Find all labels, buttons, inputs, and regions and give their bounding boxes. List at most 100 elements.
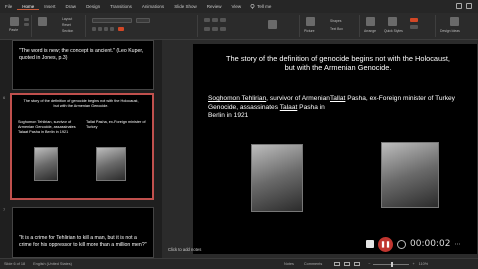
slide-count: Slide 6 of 18 (4, 262, 26, 266)
stop-icon[interactable] (366, 240, 374, 248)
slide-right-text: Tallat Pasha, ex-Foreign minister of Tur… (330, 95, 465, 104)
tab-animations[interactable]: Animations (137, 4, 169, 9)
paste-button[interactable]: Paste (9, 28, 18, 32)
slide-thumbnail-7[interactable]: "It is a crime for Tehlirian to kill a m… (12, 207, 154, 258)
tehlirian-name: Soghomon Tehlirian (208, 95, 267, 102)
view-buttons (334, 262, 361, 266)
shape-fill-icon[interactable] (410, 18, 418, 22)
zoom-in-icon[interactable]: + (412, 262, 414, 266)
arrange-button[interactable]: Arrange (364, 29, 376, 33)
copy-icon[interactable] (24, 23, 29, 26)
picture-icon[interactable] (306, 17, 315, 26)
reading-view-icon[interactable] (354, 262, 361, 266)
slide-number-7: 7 (3, 207, 6, 212)
quick-styles-button[interactable]: Quick Styles (384, 29, 403, 33)
indent-icon[interactable] (220, 18, 226, 22)
normal-view-icon[interactable] (334, 262, 341, 266)
quick-styles-icon[interactable] (388, 17, 397, 26)
thumbnail-6-right-text: Tallat Pasha, ex-Foreign minister of Tur… (86, 120, 146, 129)
tab-transitions[interactable]: Transitions (105, 4, 137, 9)
shapes-button[interactable]: Shapes (330, 19, 342, 23)
align-center-icon[interactable] (212, 27, 218, 31)
design-ideas-icon[interactable] (450, 17, 459, 26)
tab-slide-show[interactable]: Slide Show (169, 4, 202, 9)
new-slide-icon[interactable] (38, 17, 47, 26)
italic-icon[interactable] (98, 27, 102, 31)
slides-group: Layout Reset Section (34, 15, 86, 37)
thumbnail-6-left-text: Soghomon Tehlirian, survivor of Armenian… (18, 120, 76, 134)
window-controls (456, 3, 472, 9)
comments-button[interactable]: Comments (304, 262, 322, 266)
language-status[interactable]: English (United States) (33, 262, 72, 266)
arrange-icon[interactable] (366, 17, 375, 26)
thumbnail-6-title: The story of the definition of genocide … (23, 99, 139, 108)
slide-title: The story of the definition of genocide … (226, 54, 450, 73)
tab-home[interactable]: Home (17, 4, 40, 10)
reset-button[interactable]: Reset (62, 23, 71, 27)
shape-outline-icon[interactable] (410, 25, 418, 29)
bold-icon[interactable] (92, 27, 96, 31)
tab-file[interactable]: File (0, 4, 17, 9)
status-bar: Slide 6 of 18 English (United States) No… (0, 258, 478, 269)
zoom-level[interactable]: 110% (419, 262, 428, 266)
comments-icon[interactable] (466, 3, 472, 9)
paste-icon[interactable] (10, 17, 19, 26)
notes-placeholder[interactable]: Click to add notes (168, 247, 201, 252)
section-button[interactable]: Section (62, 29, 73, 33)
tehlirian-photo[interactable] (251, 144, 303, 212)
drawing-group: Arrange Quick Styles (362, 15, 436, 37)
recording-controls: ❚❚ 00:00:02 ⋯ (366, 234, 478, 254)
strikethrough-icon[interactable] (110, 27, 114, 31)
tell-me-label: Tell me (257, 4, 272, 9)
tab-design[interactable]: Design (81, 4, 105, 9)
numbering-icon[interactable] (212, 18, 218, 22)
slide-number-6: 6 (3, 95, 6, 100)
design-ideas-button[interactable]: Design Ideas (440, 29, 460, 33)
thumbnail-6-talaat-photo (96, 147, 126, 181)
share-icon[interactable] (456, 3, 462, 9)
zoom-slider[interactable] (373, 261, 410, 267)
current-slide[interactable]: The story of the definition of genocide … (193, 44, 477, 254)
tallat-name: Tallat (330, 95, 346, 102)
tab-insert[interactable]: Insert (39, 4, 60, 9)
slide-left-text: Soghomon Tehlirian, survivor of Armenian… (208, 95, 333, 121)
underline-icon[interactable] (104, 27, 108, 31)
font-group (88, 15, 198, 37)
tab-review[interactable]: Review (202, 4, 227, 9)
zoom-out-icon[interactable]: − (368, 262, 370, 266)
slide-sorter-icon[interactable] (344, 262, 351, 266)
lightbulb-icon (250, 4, 255, 9)
text-box-button[interactable]: Text Box (330, 27, 343, 31)
insert-group: Picture Shapes Text Box (302, 15, 360, 37)
layout-button[interactable]: Layout (62, 17, 72, 21)
bullets-icon[interactable] (204, 18, 210, 22)
tab-view[interactable]: View (226, 4, 246, 9)
font-size-select[interactable] (136, 18, 150, 23)
clock-icon (397, 239, 406, 249)
zoom-slider-knob[interactable] (391, 261, 394, 267)
tell-me-box[interactable]: Tell me (250, 4, 271, 9)
designer-group: Design Ideas (438, 15, 474, 37)
picture-button[interactable]: Picture (304, 29, 315, 33)
cut-icon[interactable] (24, 18, 29, 21)
thumbnail-7-text: "It is a crime for Tehlirian to kill a m… (19, 235, 147, 248)
ribbon-tabs: File Home Insert Draw Design Transitions… (0, 0, 478, 13)
right-text-part: Pasha, ex-Foreign minister of Turkey (345, 95, 455, 102)
talaat-pasha-photo[interactable] (381, 142, 439, 208)
align-left-icon[interactable] (204, 27, 210, 31)
notes-button[interactable]: Notes (284, 262, 294, 266)
slide-thumbnail-6[interactable]: The story of the definition of genocide … (10, 93, 154, 200)
slide-thumbnail-panel: "The word is new; the concept is ancient… (0, 40, 160, 258)
more-options-icon[interactable]: ⋯ (454, 241, 460, 248)
convert-to-smartart-icon[interactable] (268, 20, 277, 29)
font-color-icon[interactable] (118, 27, 124, 31)
font-name-select[interactable] (92, 18, 132, 23)
align-right-icon[interactable] (220, 27, 226, 31)
thumbnail-5-text: "The word is new; the concept is ancient… (19, 48, 144, 61)
ribbon-toolbar: Paste Layout Reset Section Picture Shape… (0, 13, 478, 40)
pause-icon[interactable]: ❚❚ (378, 236, 393, 252)
slide-editing-area: The story of the definition of genocide … (162, 40, 478, 258)
slide-thumbnail-5[interactable]: "The word is new; the concept is ancient… (12, 40, 154, 90)
talaat-name-left: Talaat (279, 103, 298, 111)
tab-draw[interactable]: Draw (61, 4, 82, 9)
